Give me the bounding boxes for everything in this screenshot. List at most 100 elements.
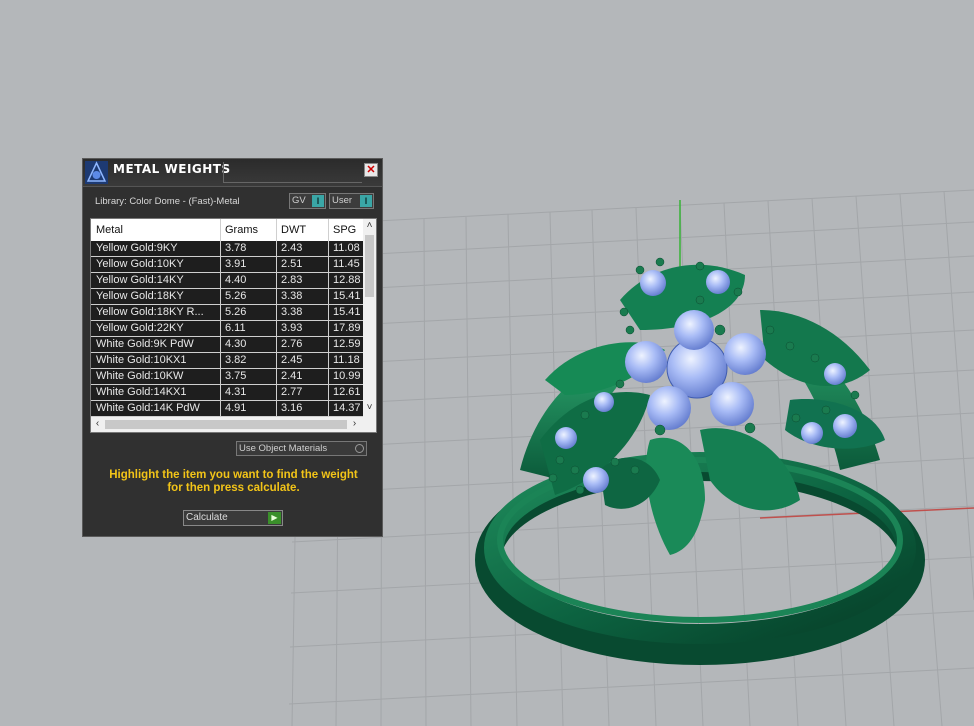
column-divider <box>328 289 329 305</box>
grams-cell: 3.91 <box>225 258 247 270</box>
grams-cell: 4.40 <box>225 274 247 286</box>
metal-cell: Yellow Gold:18KY R... <box>96 306 204 318</box>
table-row[interactable]: Yellow Gold:9KY 3.78 2.43 11.08 <box>91 241 363 257</box>
column-header-metal[interactable]: Metal <box>96 224 123 236</box>
dwt-cell: 2.83 <box>281 274 303 286</box>
spg-cell: 12.88 <box>333 274 361 286</box>
column-divider <box>276 385 277 401</box>
metal-table[interactable]: Metal Grams DWT SPG Yellow Gold:9KY 3.78 2… <box>90 218 377 433</box>
instructions-line-1: Highlight the item you want to find the … <box>109 469 358 481</box>
dwt-cell: 2.41 <box>281 370 303 382</box>
dwt-cell: 3.16 <box>281 402 303 414</box>
metal-cell: Yellow Gold:10KY <box>96 258 184 270</box>
scroll-down-icon[interactable]: ˅ <box>363 402 376 413</box>
use-object-materials-label: Use Object Materials <box>239 443 328 454</box>
column-divider <box>276 401 277 417</box>
table-row[interactable]: Yellow Gold:10KY 3.91 2.51 11.45 <box>91 257 363 273</box>
column-header-grams[interactable]: Grams <box>225 224 258 236</box>
table-row[interactable]: Yellow Gold:18KY R... 5.26 3.38 15.41 <box>91 305 363 321</box>
scroll-right-icon[interactable]: › <box>348 418 361 429</box>
column-divider <box>328 321 329 337</box>
metal-cell: White Gold:14K PdW <box>96 402 200 414</box>
grams-cell: 4.31 <box>225 386 247 398</box>
close-icon[interactable]: ✕ <box>364 163 378 177</box>
column-divider <box>220 369 221 385</box>
dwt-cell: 2.77 <box>281 386 303 398</box>
table-body: Yellow Gold:9KY 3.78 2.43 11.08 Yellow Gold… <box>91 241 363 417</box>
table-row[interactable]: White Gold:10KW 3.75 2.41 10.99 <box>91 369 363 385</box>
column-divider <box>328 273 329 289</box>
scroll-up-icon[interactable]: ˄ <box>363 220 376 231</box>
dwt-cell: 3.38 <box>281 306 303 318</box>
use-object-materials-option[interactable]: Use Object Materials <box>236 441 367 456</box>
column-header-dwt[interactable]: DWT <box>281 224 306 236</box>
column-divider <box>220 385 221 401</box>
calculate-button[interactable]: Calculate ▶ <box>183 510 283 526</box>
user-toggle-label: User <box>332 195 353 206</box>
horizontal-scrollbar[interactable]: ‹ › <box>91 417 376 432</box>
title-bar[interactable]: METAL WEIGHTS ✕ <box>83 159 382 187</box>
column-divider <box>220 257 221 273</box>
column-divider <box>220 219 221 241</box>
table-row[interactable]: White Gold:14K PdW 4.91 3.16 14.37 <box>91 401 363 417</box>
metal-cell: Yellow Gold:18KY <box>96 290 184 302</box>
table-row[interactable]: White Gold:14KX1 4.31 2.77 12.61 <box>91 385 363 401</box>
spg-cell: 11.18 <box>333 354 360 366</box>
metal-cell: White Gold:14KX1 <box>96 386 187 398</box>
gv-toggle[interactable]: GV I <box>289 193 326 209</box>
title-divider <box>223 162 362 183</box>
table-row[interactable]: Yellow Gold:18KY 5.26 3.38 15.41 <box>91 289 363 305</box>
metal-weights-panel: METAL WEIGHTS ✕ Library: Color Dome - (F… <box>82 158 383 537</box>
table-row[interactable]: Yellow Gold:22KY 6.11 3.93 17.89 <box>91 321 363 337</box>
column-divider <box>276 321 277 337</box>
column-divider <box>328 257 329 273</box>
table-row[interactable]: White Gold:10KX1 3.82 2.45 11.18 <box>91 353 363 369</box>
table-row[interactable]: Yellow Gold:14KY 4.40 2.83 12.88 <box>91 273 363 289</box>
spg-cell: 14.37 <box>333 402 361 414</box>
radio-icon[interactable] <box>355 444 364 453</box>
metal-cell: Yellow Gold:9KY <box>96 242 178 254</box>
column-divider <box>276 257 277 273</box>
spg-cell: 12.61 <box>333 386 361 398</box>
dwt-cell: 2.51 <box>281 258 303 270</box>
column-divider <box>328 305 329 321</box>
column-divider <box>220 337 221 353</box>
table-header: Metal Grams DWT SPG <box>91 219 363 242</box>
column-divider <box>328 369 329 385</box>
column-header-spg[interactable]: SPG <box>333 224 356 236</box>
metal-cell: White Gold:10KW <box>96 370 184 382</box>
column-divider <box>276 353 277 369</box>
toggle-knob-icon: I <box>312 195 324 207</box>
scroll-left-icon[interactable]: ‹ <box>91 418 104 429</box>
spg-cell: 10.99 <box>333 370 361 382</box>
column-divider <box>220 321 221 337</box>
metal-cell: Yellow Gold:22KY <box>96 322 184 334</box>
user-toggle[interactable]: User I <box>329 193 374 209</box>
grams-cell: 3.75 <box>225 370 247 382</box>
grams-cell: 4.91 <box>225 402 247 414</box>
vertical-scroll-thumb[interactable] <box>365 235 374 297</box>
column-divider <box>328 241 329 257</box>
column-divider <box>220 241 221 257</box>
gv-toggle-label: GV <box>292 195 306 206</box>
column-divider <box>220 305 221 321</box>
grams-cell: 5.26 <box>225 306 247 318</box>
grams-cell: 5.26 <box>225 290 247 302</box>
panel-title: METAL WEIGHTS <box>113 162 231 176</box>
metal-cell: Yellow Gold:14KY <box>96 274 184 286</box>
column-divider <box>328 353 329 369</box>
horizontal-scroll-thumb[interactable] <box>105 420 347 429</box>
dwt-cell: 3.38 <box>281 290 303 302</box>
vertical-scrollbar[interactable]: ˄ ˅ <box>363 219 376 417</box>
table-row[interactable]: White Gold:9K PdW 4.30 2.76 12.59 <box>91 337 363 353</box>
jewelry-tool-icon <box>85 161 108 184</box>
metal-cell: White Gold:10KX1 <box>96 354 187 366</box>
grams-cell: 3.78 <box>225 242 247 254</box>
column-divider <box>276 337 277 353</box>
column-divider <box>276 241 277 257</box>
grams-cell: 3.82 <box>225 354 247 366</box>
column-divider <box>276 289 277 305</box>
column-divider <box>220 289 221 305</box>
spg-cell: 11.08 <box>333 242 360 254</box>
column-divider <box>328 337 329 353</box>
